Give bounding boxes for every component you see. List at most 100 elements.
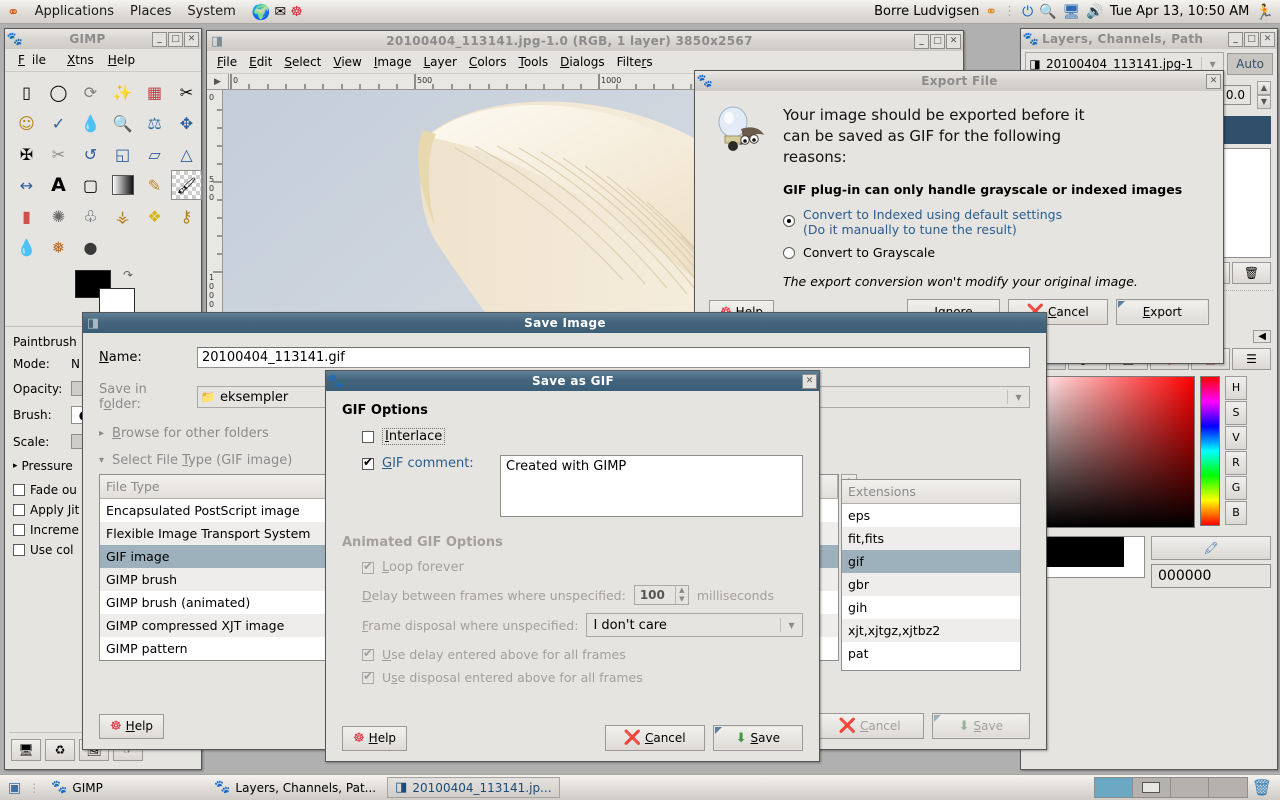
dock-titlebar[interactable]: 🐾 Layers, Channels, Path _ □ ✕	[1021, 29, 1277, 49]
workspace-switcher[interactable]	[1093, 777, 1248, 798]
hex-picker-icon[interactable]: 🖍	[1151, 536, 1271, 560]
alignment-tool[interactable]: ✠	[11, 139, 42, 169]
image-menu-tools[interactable]: Tools	[513, 54, 555, 70]
smudge-tool[interactable]: ❅	[43, 232, 74, 262]
save-gif-save-button[interactable]: ⬇ Save	[712, 725, 803, 751]
airbrush-tool[interactable]: ✺	[43, 201, 74, 231]
collapse-arrow-icon[interactable]: ◀	[1253, 330, 1271, 343]
clone-tool[interactable]: ⚶	[107, 201, 138, 231]
paths-tool[interactable]: ✓	[43, 108, 74, 138]
gif-comment-row[interactable]: GIF comment: Created with GIMP	[362, 455, 803, 517]
toolbox-titlebar[interactable]: 🐾 GIMP _ □ ✕	[5, 29, 201, 49]
opacity-up-icon[interactable]: ▲	[1257, 81, 1271, 95]
hex-value[interactable]: 000000	[1151, 564, 1271, 588]
volume-icon[interactable]: 🔊	[1086, 4, 1103, 20]
ruler-origin-button[interactable]: ▶	[207, 74, 229, 90]
save-image-save-button[interactable]: ⬇ Save	[931, 713, 1030, 739]
trash-icon[interactable]: 🗑	[1252, 778, 1272, 797]
perspective-tool[interactable]: △	[171, 139, 202, 169]
measure-tool[interactable]: ⚖	[139, 108, 170, 138]
flip-tool[interactable]: ↔	[11, 170, 42, 200]
hsv-button-s[interactable]: S	[1225, 401, 1247, 425]
bucket-fill-tool[interactable]: ▢	[75, 170, 106, 200]
scale-tool[interactable]: ◱	[107, 139, 138, 169]
accessibility-icon[interactable]: 🏃	[1255, 3, 1274, 21]
disposal-combo[interactable]: I don't care ▾	[586, 613, 803, 637]
save-image-cancel-button[interactable]: ❌ Cancel	[815, 713, 924, 739]
workspace-1[interactable]	[1094, 778, 1133, 797]
dock-maximize-button[interactable]: □	[1244, 31, 1259, 47]
delay-down-icon[interactable]: ▼	[676, 595, 688, 604]
extension-row[interactable]: eps	[842, 504, 1020, 527]
zoom-tool[interactable]: 🔍	[107, 108, 138, 138]
toolbox-maximize-button[interactable]: □	[168, 31, 183, 47]
extension-row[interactable]: fit,fits	[842, 527, 1020, 550]
pencil-tool[interactable]: ✎	[139, 170, 170, 200]
perspective-clone-tool[interactable]: ⚷	[171, 201, 202, 231]
auto-button[interactable]: Auto	[1227, 52, 1273, 75]
menu-applications[interactable]: Applications	[27, 2, 122, 21]
bluetooth-icon[interactable]: ⏻	[1022, 4, 1033, 20]
text-tool[interactable]: A	[43, 170, 74, 200]
dock-image-dropdown-icon[interactable]: ▾	[1201, 56, 1223, 71]
interlace-row[interactable]: Interlace	[362, 428, 803, 445]
image-menu-select[interactable]: Select	[278, 54, 327, 70]
image-menu-view[interactable]: View	[327, 54, 367, 70]
fuzzy-select-tool[interactable]: ✨	[107, 77, 138, 107]
help-icon[interactable]: ☸	[290, 4, 303, 20]
pressure-expander-icon[interactable]: ▸	[13, 461, 18, 471]
export-dialog-titlebar[interactable]: 🐾 Export File ✕	[695, 71, 1223, 91]
network-icon[interactable]: 🖥	[1063, 4, 1081, 20]
extensions-column-header[interactable]: Extensions	[842, 480, 1020, 504]
toolbox-device-status-button[interactable]: 🖥	[11, 739, 41, 761]
foreground-select-tool[interactable]: ☺	[11, 108, 42, 138]
delay-up-icon[interactable]: ▲	[676, 586, 688, 595]
radio-convert-grayscale[interactable]	[783, 246, 795, 259]
mode-value[interactable]: N	[71, 357, 80, 371]
toolbox-menu-help[interactable]: Help	[101, 52, 142, 68]
image-close-button[interactable]: ✕	[946, 33, 961, 49]
toolbox-undo-history-button[interactable]: ♻	[45, 739, 75, 761]
panel-clock[interactable]: Tue Apr 13, 10:50 AM	[1110, 4, 1249, 19]
filetype-expander-icon[interactable]: ▾	[99, 455, 104, 466]
panel-user-name[interactable]: Borre Ludvigsen	[874, 4, 979, 19]
sliders-icon[interactable]: ☰	[1232, 348, 1271, 370]
image-menu-edit[interactable]: Edit	[243, 54, 278, 70]
toolbox-menu-xtns[interactable]: Xtns	[60, 52, 101, 68]
search-icon[interactable]: 🔍	[1039, 4, 1056, 20]
use-disposal-row[interactable]: Use disposal entered above for all frame…	[362, 669, 803, 685]
user-switch-icon[interactable]: ⚭	[985, 4, 997, 20]
task-layers-dock[interactable]: 🐾 Layers, Channels, Pat...	[206, 777, 384, 798]
task-image[interactable]: ◨ 20100404_113141.jp...	[387, 777, 560, 798]
save-image-titlebar[interactable]: ◨ Save Image x	[83, 313, 1046, 333]
extension-row[interactable]: xjt,xjtgz,xjtbz2	[842, 619, 1020, 642]
task-gimp[interactable]: 🐾 GIMP	[43, 777, 203, 798]
save-gif-titlebar[interactable]: 🐾 Save as GIF ✕	[326, 371, 819, 391]
show-desktop-icon[interactable]: ▣	[4, 780, 25, 796]
fade-out-checkbox[interactable]	[13, 484, 25, 496]
hsv-button-v[interactable]: V	[1225, 426, 1247, 450]
free-select-tool[interactable]: ⟳	[75, 77, 106, 107]
workspace-2[interactable]	[1132, 778, 1171, 797]
blur-sharpen-tool[interactable]: 💧	[11, 232, 42, 262]
toolbox-close-button[interactable]: ✕	[184, 31, 199, 47]
use-delay-row[interactable]: Use delay entered above for all frames	[362, 646, 803, 662]
image-window-titlebar[interactable]: ◨ 20100404_113141.jpg-1.0 (RGB, 1 layer)…	[207, 31, 963, 51]
save-image-help-button[interactable]: ☸ Help	[99, 713, 165, 739]
export-dialog-close-button[interactable]: ✕	[1206, 73, 1221, 89]
browse-expander-icon[interactable]: ▸	[99, 428, 104, 439]
loop-forever-row[interactable]: Loop forever	[362, 559, 803, 575]
crop-tool[interactable]: ✂	[43, 139, 74, 169]
hsv-button-b[interactable]: B	[1225, 501, 1247, 525]
export-export-button[interactable]: Export	[1115, 299, 1209, 325]
hue-bar[interactable]	[1200, 376, 1220, 526]
save-gif-cancel-button[interactable]: ❌ Cancel	[604, 725, 705, 751]
gif-comment-checkbox[interactable]	[362, 455, 374, 470]
workspace-3[interactable]	[1170, 778, 1209, 797]
browse-label[interactable]: Browse for other folders	[112, 426, 269, 441]
radio-convert-indexed[interactable]	[783, 215, 795, 227]
menu-system[interactable]: System	[179, 2, 243, 21]
dock-close-button[interactable]: ✕	[1260, 31, 1275, 47]
filename-input[interactable]: 20100404_113141.gif	[197, 347, 1030, 368]
use-delay-checkbox[interactable]	[362, 646, 374, 661]
